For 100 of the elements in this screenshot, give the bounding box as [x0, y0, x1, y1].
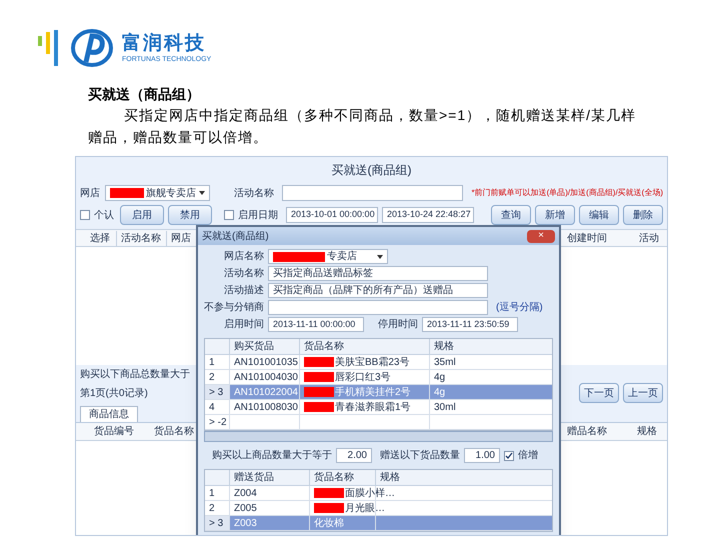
field-label: 不参与分销商	[203, 300, 264, 315]
logo-icon	[70, 28, 114, 68]
column-header: 货品名称	[299, 339, 429, 354]
column-header: 货品名称	[154, 425, 195, 439]
table-cell-text: 面膜小样…	[345, 486, 395, 500]
table-row[interactable]: 1 AN101001035 美肤宝BB霜23号 35ml	[205, 355, 552, 370]
caret-icon	[199, 191, 206, 195]
table-cell: Z003	[234, 518, 257, 529]
field-label: 活动名称	[223, 267, 264, 281]
start-date-field[interactable]: 2013-11-11 00:00:00	[268, 317, 364, 332]
field-label: 活动名称	[234, 186, 276, 200]
redaction-mark	[304, 372, 334, 382]
row-index: 2	[208, 502, 216, 515]
column-header: 创建时间	[567, 232, 607, 246]
redaction-mark	[273, 252, 325, 262]
table-cell-text: 月光眼…	[345, 502, 385, 516]
table-cell: AN101001035	[234, 357, 298, 368]
quantity-field[interactable]: 1.00	[464, 448, 500, 463]
table-cell-text: 美肤宝BB霜23号	[335, 356, 410, 370]
column-header: 规格	[429, 339, 458, 354]
hint-text: (逗号分隔)	[496, 300, 543, 315]
toolbar-button[interactable]: 启用	[120, 205, 164, 225]
column-header: 赠品名称	[567, 424, 607, 439]
row-index: 2	[208, 371, 216, 384]
column-header: 规格	[375, 470, 404, 485]
quantity-field[interactable]: 2.00	[336, 448, 372, 463]
table-cell: AN101022004	[234, 387, 298, 398]
text-field[interactable]	[268, 300, 488, 315]
checkbox-label: 个认	[94, 208, 115, 222]
toolbar-button[interactable]: 禁用	[168, 205, 212, 225]
column-header: 货品编号	[94, 424, 135, 439]
field-label: 活动描述	[223, 284, 264, 298]
field-label: 购买以上商品数量大于等于	[212, 448, 332, 463]
table-cell: 30ml	[434, 402, 456, 413]
table-cell-text: 手机精美挂件2号	[335, 386, 411, 400]
redaction-mark	[314, 503, 344, 513]
table-cell: Z005	[234, 503, 257, 514]
table-row[interactable]: 1 Z004 面膜小样…	[205, 486, 552, 501]
note-text: *前门前赋单可以加送(单品)/加送(商品组)/买就送(全场)	[471, 187, 663, 199]
toolbar-button[interactable]: 新增	[535, 205, 575, 225]
tab[interactable]: 商品信息	[80, 406, 138, 422]
column-header: 规格	[637, 424, 657, 439]
row-index: 4	[208, 401, 216, 414]
field-label: 启用时间	[223, 318, 264, 332]
table-cell: 4g	[434, 372, 446, 383]
table-cell-text: 青春滋养眼霜1号	[335, 400, 411, 414]
table-row[interactable]: 4 AN101008030 青春滋养眼霜1号 30ml	[205, 400, 552, 415]
pager-text: 第1页(共0记录)	[80, 386, 148, 400]
shop-dropdown[interactable]: 专卖店	[268, 249, 388, 264]
table-cell: Z004	[234, 488, 257, 499]
table-cell: 35ml	[434, 357, 456, 368]
checkbox-label: 倍增	[518, 448, 538, 463]
table-cell: AN101004030	[234, 372, 298, 383]
row-index: > 3	[205, 516, 229, 530]
table-cell-text: 化妆棉	[314, 516, 344, 530]
toolbar-button[interactable]: 编辑	[579, 205, 619, 225]
slide-heading: 买就送（商品组）	[88, 85, 201, 104]
redaction-mark	[304, 357, 334, 367]
checkbox[interactable]	[80, 210, 90, 220]
column-header: 活动	[639, 232, 659, 246]
table-cell: 4g	[434, 387, 446, 398]
shop-dropdown[interactable]: 旗舰专卖店	[104, 185, 210, 201]
caret-icon	[377, 254, 383, 258]
row-index: > -2	[208, 416, 228, 429]
slide-description: 买指定网店中指定商品组（多种不同商品，数量>=1），随机赠送某样/某几样赠品，赠品数量可以倍增。	[88, 106, 638, 147]
checkbox[interactable]	[224, 210, 234, 220]
row-index: 1	[208, 356, 216, 369]
date-to-field[interactable]: 2013-10-24 22:48:27	[382, 207, 474, 223]
table-row[interactable]: > -2	[205, 415, 552, 430]
redaction-mark	[110, 188, 144, 198]
field-label: 停用时间	[378, 318, 418, 332]
toolbar-button[interactable]: 上一页	[623, 383, 663, 403]
table-cell: AN101008030	[234, 402, 298, 413]
table-cell-text: 唇彩口红3号	[335, 370, 391, 384]
redaction-mark	[304, 402, 334, 412]
toolbar-button[interactable]: 下一页	[579, 383, 619, 403]
column-header: 货品名称	[309, 470, 375, 485]
column-header: 购买货品	[229, 339, 299, 354]
checkbox[interactable]	[504, 450, 514, 460]
logo-text: 富润科技	[122, 32, 207, 54]
field-label: 网店	[80, 186, 101, 200]
redaction-mark	[314, 488, 344, 498]
redaction-mark	[304, 387, 334, 397]
close-button[interactable]: ×	[527, 230, 555, 242]
text-field[interactable]: 买指定商品送赠品标签	[268, 266, 488, 281]
text-field[interactable]: 买指定商品（品牌下的所有产品）送赠品	[268, 283, 488, 298]
toolbar-button[interactable]: 查询	[491, 205, 531, 225]
field-label: 赠送以下货品数量	[380, 448, 460, 463]
column-header: 选择	[90, 232, 111, 246]
toolbar-button[interactable]: 删除	[623, 205, 663, 225]
end-date-field[interactable]: 2013-11-11 23:50:59	[422, 317, 518, 332]
row-index: 1	[208, 487, 216, 500]
row-index: > 3	[205, 385, 229, 399]
scrollbar[interactable]	[204, 431, 553, 442]
field-label: 网店名称	[223, 250, 264, 264]
table-row[interactable]: > 3 AN101022004 手机精美挂件2号 4g	[205, 385, 552, 400]
column-header: 活动名称	[116, 230, 166, 246]
name-field[interactable]	[282, 185, 464, 201]
date-from-field[interactable]: 2013-10-01 00:00:00	[286, 207, 378, 223]
table-row[interactable]: > 3 Z003 化妆棉	[205, 516, 552, 531]
